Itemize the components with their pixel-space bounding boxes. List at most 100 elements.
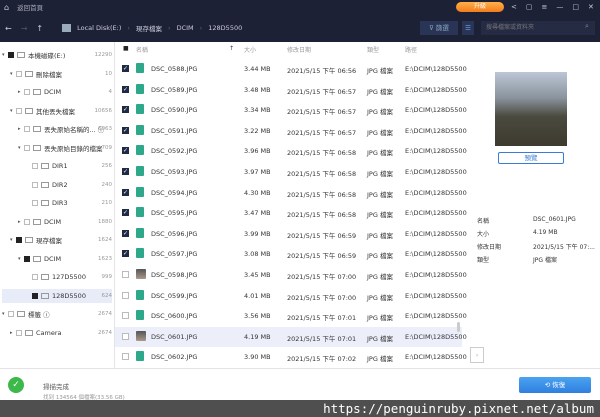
row-checkbox[interactable]: ✓ (122, 65, 129, 72)
row-checkbox[interactable] (122, 312, 129, 320)
breadcrumb-item[interactable]: 128D5500 (208, 24, 242, 32)
tree-checkbox[interactable] (24, 144, 30, 151)
col-type[interactable]: 類型 (367, 45, 379, 54)
tree-checkbox[interactable] (8, 52, 14, 58)
tree-count: 709 (101, 144, 113, 151)
table-row[interactable]: ✓ DSC_0590.JPG 3.34 MB 2021/5/15 下午 06:57 JP… (115, 100, 467, 120)
col-date[interactable]: 修改日期 (287, 45, 311, 54)
maximize-button[interactable]: □ (572, 0, 579, 14)
sort-icon[interactable]: ↑ (229, 45, 234, 52)
tree-node[interactable]: ▾ 丟失原始目錄的檔案 709 (2, 141, 112, 155)
row-checkbox[interactable]: ✓ (122, 229, 129, 237)
tree-node[interactable]: ▾ 刪除檔案 10 (2, 67, 112, 81)
breadcrumb-item[interactable]: DCIM (177, 24, 194, 32)
tree-checkbox[interactable] (32, 200, 38, 206)
file-path: E:\DCIM\128D5500 (405, 291, 467, 300)
col-path[interactable]: 路徑 (405, 45, 417, 54)
tree-label: DIR1 (52, 162, 68, 170)
col-size[interactable]: 大小 (244, 45, 256, 54)
close-button[interactable]: ✕ (588, 0, 594, 14)
file-type: JPG 檔案 (367, 67, 393, 75)
table-row[interactable]: ✓ DSC_0594.JPG 4.30 MB 2021/5/15 下午 06:58 JP… (115, 183, 467, 203)
tree-node[interactable]: ▸ Camera 2674 (2, 326, 112, 340)
breadcrumb-item[interactable]: 現存檔案 (136, 23, 162, 33)
tree-checkbox[interactable] (32, 292, 38, 299)
list-view-button[interactable]: ☰ (462, 21, 474, 35)
tree-checkbox[interactable] (16, 70, 22, 77)
search-icon[interactable]: ⌕ (585, 22, 589, 31)
table-row[interactable]: ✓ DSC_0589.JPG 3.48 MB 2021/5/15 下午 06:57 JP… (115, 80, 467, 100)
upgrade-button[interactable]: 升級 (456, 2, 504, 12)
col-name[interactable]: 名稱 (136, 45, 148, 54)
tree-node[interactable]: DIR1 256 (2, 159, 112, 173)
tree-label: 本機磁碟(E:) (28, 52, 66, 60)
tree-checkbox[interactable] (24, 255, 30, 262)
tree-node[interactable]: ▾ 標籤 ⓘ 2674 (2, 307, 112, 321)
row-checkbox[interactable] (122, 353, 129, 361)
tree-node[interactable]: ▸ DCIM 1880 (2, 215, 112, 229)
row-checkbox[interactable] (122, 332, 129, 340)
search-input[interactable] (481, 21, 595, 35)
table-row[interactable]: ✓ DSC_0597.JPG 3.08 MB 2021/5/15 下午 06:59 JP… (115, 244, 467, 264)
tree-node[interactable]: ▾ 其他丟失檔案 10656 (2, 104, 112, 118)
tree-checkbox[interactable] (32, 274, 38, 280)
save-icon[interactable]: ▢ (526, 0, 533, 14)
menu-icon[interactable]: ≡ (542, 0, 548, 14)
minimize-button[interactable]: — (556, 0, 563, 14)
table-row[interactable]: DSC_0599.JPG 4.01 MB 2021/5/15 下午 07:00 JPG… (115, 286, 467, 306)
tree-checkbox[interactable] (24, 218, 30, 225)
table-row[interactable]: ✓ DSC_0596.JPG 3.99 MB 2021/5/15 下午 06:59 JP… (115, 224, 467, 244)
table-row[interactable]: ✓ DSC_0592.JPG 3.96 MB 2021/5/15 下午 06:58 JP… (115, 141, 467, 161)
share-icon[interactable]: < (511, 0, 517, 14)
breadcrumb-item[interactable]: Local Disk(E:) (77, 24, 121, 32)
tree-node[interactable]: ▸ DCIM 4 (2, 85, 112, 99)
file-type: JPG 檔案 (367, 252, 393, 261)
table-row[interactable]: ✓ DSC_0595.JPG 3.47 MB 2021/5/15 下午 06:58 JP… (115, 203, 467, 223)
table-row[interactable]: DSC_0601.JPG 4.19 MB 2021/5/15 下午 07:01 JPG… (115, 326, 467, 347)
row-checkbox[interactable]: ✓ (122, 85, 129, 93)
recover-button[interactable]: ⟲ 恢復 (519, 377, 591, 393)
row-checkbox[interactable] (122, 271, 129, 278)
tree-checkbox[interactable] (32, 163, 38, 169)
up-arrow-icon[interactable]: ↑ (36, 24, 43, 33)
preview-button[interactable]: 預覽 (498, 152, 564, 164)
forward-arrow-icon[interactable]: → (21, 24, 28, 33)
tree-node[interactable]: 127D5500 999 (2, 270, 112, 284)
row-checkbox[interactable] (122, 291, 129, 299)
tree-node[interactable]: 128D5500 624 (2, 288, 112, 303)
back-home-link[interactable]: 返回首頁 (17, 2, 43, 12)
tree-node[interactable]: DIR3 210 (2, 196, 112, 210)
next-arrow-button[interactable]: › (470, 347, 484, 363)
tree-checkbox[interactable] (24, 126, 30, 132)
table-row[interactable]: DSC_0602.JPG 3.90 MB 2021/5/15 下午 07:02 JPG… (115, 347, 467, 367)
select-all-checkbox[interactable]: ■ (123, 45, 129, 52)
table-row[interactable]: ✓ DSC_0593.JPG 3.97 MB 2021/5/15 下午 06:58 JP… (115, 162, 467, 182)
table-row[interactable]: ✓ DSC_0591.JPG 3.22 MB 2021/5/15 下午 06:57 JP… (115, 121, 467, 141)
filter-button[interactable]: ⊽ 篩選 (420, 21, 458, 35)
table-row[interactable]: DSC_0598.JPG 3.45 MB 2021/5/15 下午 07:00 JPG… (115, 265, 467, 285)
tree-node[interactable]: ▸ 丟失原始名稱的... ⓘ 6063 (2, 122, 112, 136)
back-arrow-icon[interactable]: ← (5, 24, 12, 33)
scrollbar[interactable] (457, 322, 460, 332)
tree-node[interactable]: ▾ 現存檔案 1624 (2, 233, 112, 247)
tree-node[interactable]: ▾ 本機磁碟(E:) 12290 (2, 48, 112, 62)
tree-node[interactable]: ▾ DCIM 1623 (2, 252, 112, 266)
tree-checkbox[interactable] (16, 329, 22, 336)
tree-checkbox[interactable] (16, 107, 22, 114)
tree-node[interactable]: DIR2 240 (2, 178, 112, 192)
row-checkbox[interactable]: ✓ (122, 168, 129, 175)
home-icon[interactable]: ⌂ (4, 3, 9, 12)
tree-checkbox[interactable] (32, 181, 38, 188)
row-checkbox[interactable]: ✓ (122, 106, 129, 114)
row-checkbox[interactable]: ✓ (122, 126, 129, 134)
row-checkbox[interactable]: ✓ (122, 209, 129, 217)
tree-checkbox[interactable] (24, 89, 30, 95)
row-checkbox[interactable]: ✓ (122, 147, 129, 155)
tree-checkbox[interactable] (16, 237, 22, 243)
table-row[interactable]: DSC_0600.JPG 3.56 MB 2021/5/15 下午 07:01 JPG… (115, 306, 467, 326)
folder-icon (41, 274, 49, 280)
row-checkbox[interactable]: ✓ (122, 250, 129, 258)
table-row[interactable]: ✓ DSC_0588.JPG 3.44 MB 2021/5/15 下午 06:56 JP… (115, 59, 467, 79)
tree-checkbox[interactable] (8, 311, 14, 317)
row-checkbox[interactable]: ✓ (122, 188, 129, 196)
